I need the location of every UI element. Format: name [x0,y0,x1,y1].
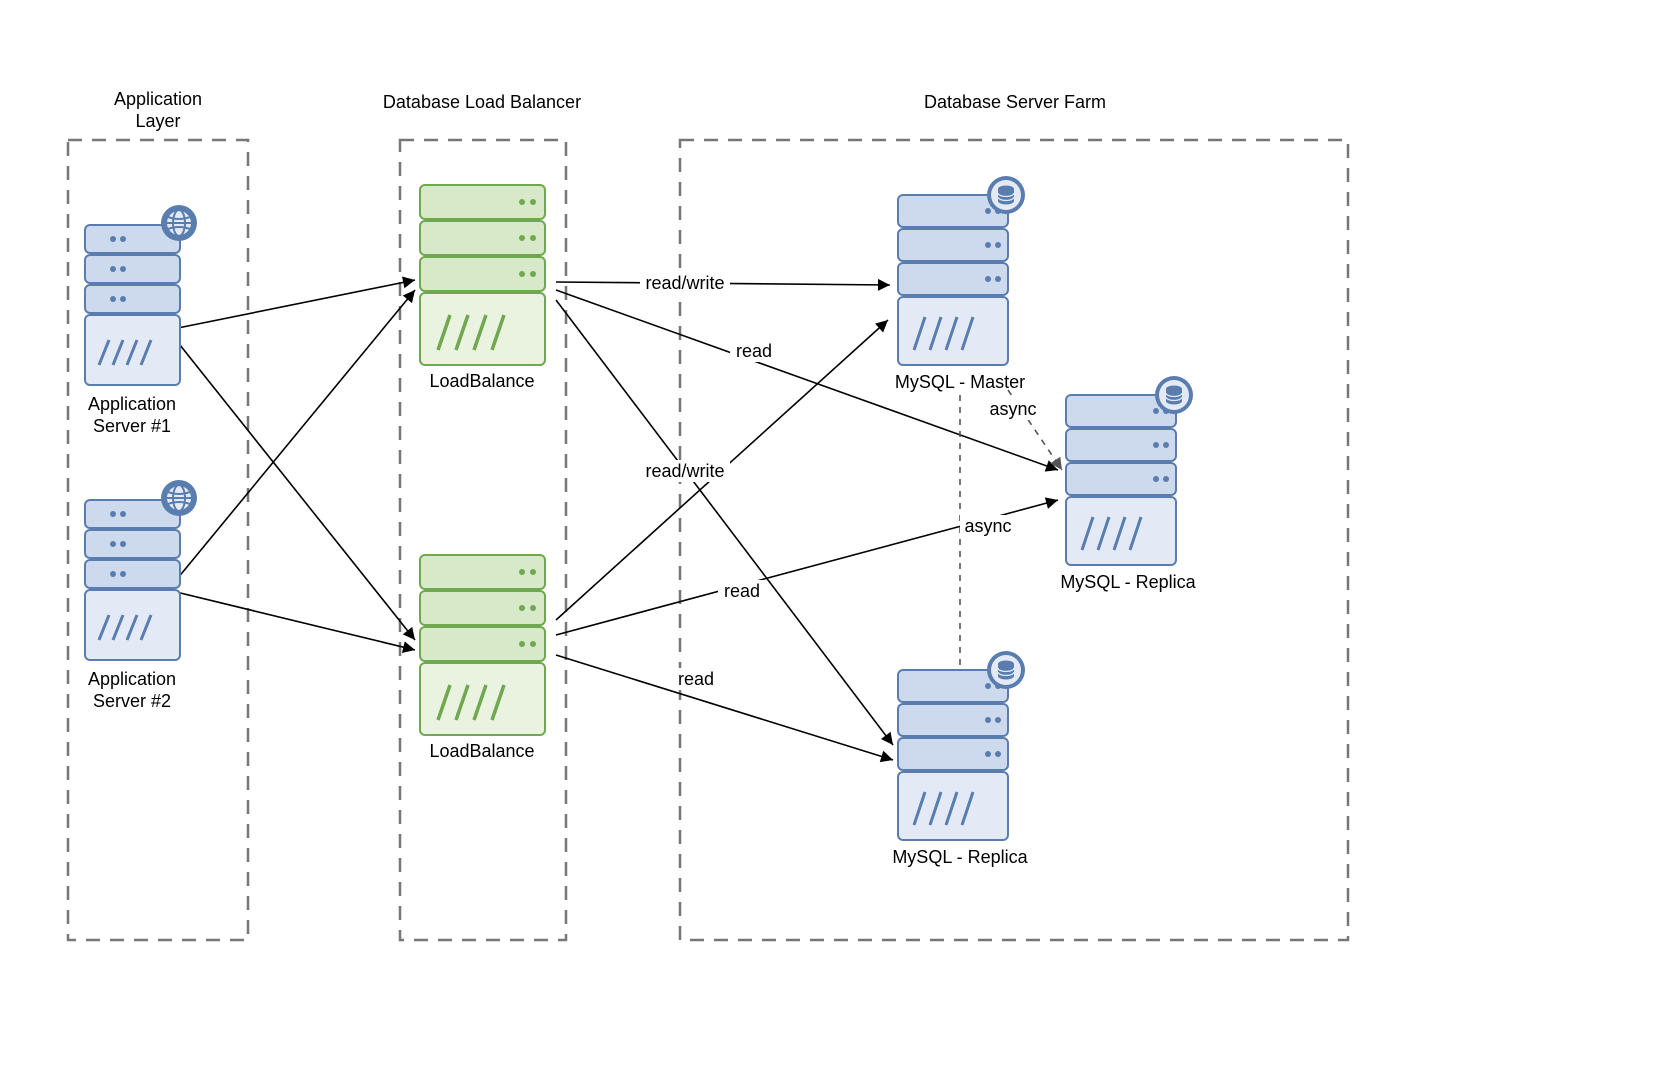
edge-app1-lb1 [168,280,415,330]
svg-text:async: async [964,516,1011,536]
group-app-title-l1: Application [114,89,202,109]
svg-text:read: read [678,669,714,689]
node-label: Server #1 [93,416,171,436]
globe-icon [161,205,197,241]
node-label: MySQL - Replica [892,847,1028,867]
server-icon [420,185,545,365]
group-lb-title: Database Load Balancer [383,92,581,112]
node-label: MySQL - Master [895,372,1025,392]
server-icon [898,195,1008,365]
server-icon [898,670,1008,840]
svg-text:async: async [989,399,1036,419]
node-label: LoadBalance [429,741,534,761]
server-icon [1066,395,1176,565]
edge-label-rw2: read/write [640,460,730,482]
svg-text:read/write: read/write [645,461,724,481]
server-icon [85,225,180,385]
edge-lb2-replica2 [556,655,893,760]
edge-label-read2: read [718,580,766,602]
server-icon [420,555,545,735]
node-label: Application [88,394,176,414]
edge-label-read3: read [672,668,720,690]
server-icon [85,500,180,660]
node-label: MySQL - Replica [1060,572,1196,592]
edge-app2-lb1 [168,290,415,590]
database-icon [1155,376,1193,414]
edge-app1-lb2 [168,330,415,640]
node-label: LoadBalance [429,371,534,391]
node-loadbalance-1: LoadBalance [420,185,545,391]
node-loadbalance-2: LoadBalance [420,555,545,761]
group-farm-title: Database Server Farm [924,92,1106,112]
edge-label-async2: async [960,515,1016,537]
svg-text:read/write: read/write [645,273,724,293]
node-mysql-master: MySQL - Master [895,176,1025,392]
edge-label-rw1: read/write [640,272,730,294]
node-app-server-2: Application Server #2 [85,480,197,711]
node-mysql-replica-2: MySQL - Replica [892,651,1028,867]
group-app-title-l2: Layer [135,111,180,131]
svg-text:read: read [724,581,760,601]
globe-icon [161,480,197,516]
edge-app2-lb2 [168,590,415,650]
edge-label-async1: async [985,398,1041,420]
database-icon [987,176,1025,214]
node-label: Server #2 [93,691,171,711]
edge-lb1-replica2 [556,300,893,745]
node-label: Application [88,669,176,689]
database-icon [987,651,1025,689]
edge-label-read1: read [730,340,778,362]
svg-text:read: read [736,341,772,361]
architecture-diagram: Application Layer Database Load Balancer… [0,0,1654,1084]
node-app-server-1: Application Server #1 [85,205,197,436]
node-mysql-replica-1: MySQL - Replica [1060,376,1196,592]
